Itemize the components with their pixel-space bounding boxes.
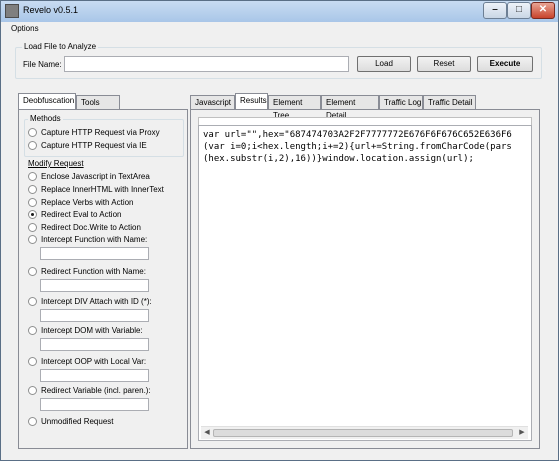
radio-indicator xyxy=(28,297,37,306)
load-button[interactable]: Load xyxy=(357,56,411,72)
reset-button[interactable]: Reset xyxy=(417,56,471,72)
results-code: var url="",hex="687474703A2F2F7777772E67… xyxy=(203,129,525,169)
tab-deobfuscation[interactable]: Deobfuscation xyxy=(18,93,76,109)
radio-label: Intercept DOM with Variable: xyxy=(41,326,143,335)
intercept-dom-input[interactable] xyxy=(40,338,149,351)
code-line: (var i=0;i<hex.length;i+=2){url+=String.… xyxy=(203,142,512,152)
minimize-icon: – xyxy=(492,4,498,15)
maximize-icon: □ xyxy=(515,4,523,15)
intercept-div-input[interactable] xyxy=(40,309,149,322)
menu-options[interactable]: Options xyxy=(11,24,39,33)
tab-results[interactable]: Results xyxy=(235,93,268,109)
radio-indicator xyxy=(28,267,37,276)
results-text-area[interactable] xyxy=(198,125,532,441)
horizontal-scrollbar[interactable]: ◀ ▶ xyxy=(201,426,528,439)
tab-tools[interactable]: Tools xyxy=(76,95,120,109)
redirect-variable-input[interactable] xyxy=(40,398,149,411)
radio-label: Redirect Variable (incl. paren.): xyxy=(41,386,151,395)
app-icon xyxy=(5,4,19,18)
scroll-thumb[interactable] xyxy=(213,429,513,437)
radio-label: Intercept DIV Attach with ID (*): xyxy=(41,297,152,306)
tab-traffic-detail[interactable]: Traffic Detail xyxy=(423,95,476,109)
tab-javascript[interactable]: Javascript xyxy=(190,95,235,109)
radio-indicator xyxy=(28,185,37,194)
tab-traffic-log[interactable]: Traffic Log xyxy=(379,95,423,109)
radio-indicator xyxy=(28,386,37,395)
scroll-left-icon[interactable]: ◀ xyxy=(201,427,213,439)
methods-group-title: Methods xyxy=(28,114,63,123)
radio-label: Unmodified Request xyxy=(41,417,114,426)
radio-label: Capture HTTP Request via Proxy xyxy=(41,128,160,137)
radio-indicator-selected xyxy=(28,210,37,219)
minimize-button[interactable]: – xyxy=(483,2,507,19)
title-bar: Revelo v0.5.1 – □ ✕ xyxy=(1,1,558,22)
tab-element-detail[interactable]: Element Detail xyxy=(321,95,379,120)
menu-bar: Options xyxy=(1,22,558,36)
redirect-function-input[interactable] xyxy=(40,279,149,292)
radio-label: Intercept Function with Name: xyxy=(41,235,148,244)
modify-request-title: Modify Request xyxy=(28,159,84,168)
radio-indicator xyxy=(28,326,37,335)
close-icon: ✕ xyxy=(538,4,548,15)
code-line: var url="",hex="687474703A2F2F7777772E67… xyxy=(203,130,512,140)
close-button[interactable]: ✕ xyxy=(531,2,555,19)
radio-label: Intercept OOP with Local Var: xyxy=(41,357,147,366)
radio-label: Redirect Doc.Write to Action xyxy=(41,223,141,232)
load-file-group-title: Load File to Analyze xyxy=(22,42,99,51)
radio-indicator xyxy=(28,417,37,426)
code-line: (hex.substr(i,2),16))}window.location.as… xyxy=(203,154,474,164)
intercept-oop-input[interactable] xyxy=(40,369,149,382)
methods-group: Methods xyxy=(24,114,184,157)
radio-indicator xyxy=(28,198,37,207)
execute-button[interactable]: Execute xyxy=(477,56,533,72)
file-name-label: File Name: xyxy=(23,60,62,69)
intercept-function-input[interactable] xyxy=(40,247,149,260)
radio-indicator xyxy=(28,235,37,244)
radio-indicator xyxy=(28,172,37,181)
radio-indicator xyxy=(28,357,37,366)
maximize-button[interactable]: □ xyxy=(507,2,531,19)
radio-label: Redirect Function with Name: xyxy=(41,267,146,276)
scroll-right-icon[interactable]: ▶ xyxy=(516,427,528,439)
radio-label: Capture HTTP Request via IE xyxy=(41,141,147,150)
radio-label: Replace InnerHTML with InnerText xyxy=(41,185,164,194)
tab-element-tree[interactable]: Element Tree xyxy=(268,95,321,120)
radio-indicator xyxy=(28,223,37,232)
window-title: Revelo v0.5.1 xyxy=(23,5,79,15)
radio-label: Redirect Eval to Action xyxy=(41,210,122,219)
main-window: Revelo v0.5.1 – □ ✕ Options Load File to… xyxy=(0,0,559,461)
radio-indicator xyxy=(28,141,37,150)
radio-label: Enclose Javascript in TextArea xyxy=(41,172,150,181)
file-name-input[interactable] xyxy=(64,56,349,72)
radio-indicator xyxy=(28,128,37,137)
radio-label: Replace Verbs with Action xyxy=(41,198,134,207)
